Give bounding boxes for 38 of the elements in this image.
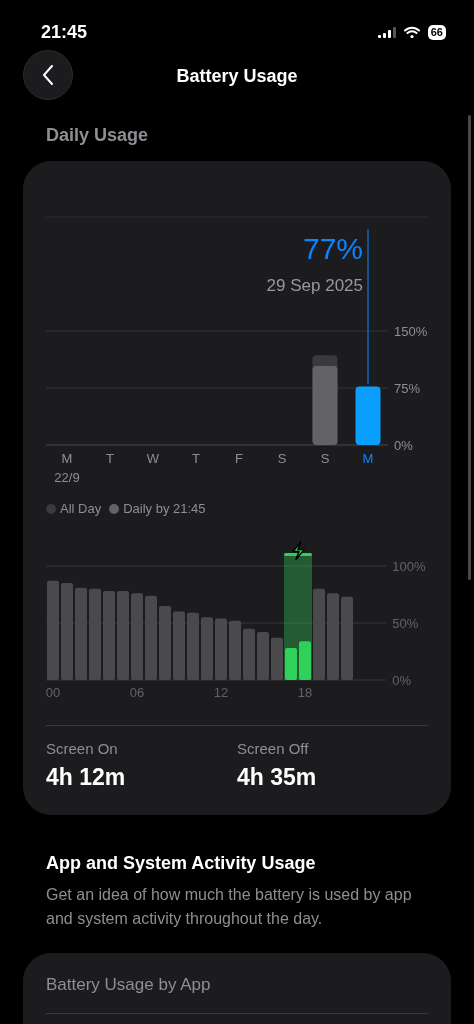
day-label: W <box>146 451 160 466</box>
axis-label: 12 <box>213 684 229 700</box>
day-label: S <box>277 451 287 466</box>
day-label: S <box>320 451 330 466</box>
stat-value: 4h 12m <box>46 763 127 792</box>
stat-value: 4h 35m <box>237 763 318 792</box>
signal-icon <box>377 26 396 38</box>
card-title: Battery Usage by App <box>46 973 212 996</box>
wifi-icon <box>403 26 420 38</box>
legend-label: All Day <box>60 500 102 518</box>
date-text: 29 Sep 2025 <box>266 276 363 295</box>
clock: 21:45 <box>41 20 88 44</box>
day-label: M <box>362 451 374 466</box>
day-label: T <box>192 451 200 466</box>
axis-label: 00 <box>46 684 61 700</box>
date-label: 22/9 <box>54 470 80 485</box>
axis-label: 06 <box>129 684 145 700</box>
section-heading: App and System Activity Usage <box>46 851 317 875</box>
axis-label: 150% <box>394 324 428 339</box>
section-title: Daily Usage <box>46 124 150 147</box>
page-title: Battery Usage <box>176 64 298 88</box>
axis-label: 0% <box>392 672 411 688</box>
axis-label: 75% <box>394 381 421 396</box>
back-button[interactable] <box>23 50 73 100</box>
chevron-left-icon <box>42 65 54 85</box>
axis-label: 0% <box>394 438 413 453</box>
day-label: F <box>235 451 243 466</box>
axis-label: 100% <box>392 558 426 574</box>
day-label: M <box>61 451 73 466</box>
day-label: T <box>106 451 114 466</box>
percentage-value: 77% <box>302 232 363 265</box>
legend-label: Daily by 21:45 <box>123 500 206 518</box>
stat-label: Screen On <box>46 738 119 759</box>
axis-label: 50% <box>392 615 419 631</box>
stat-label: Screen Off <box>237 738 310 759</box>
battery-indicator: 66 <box>427 24 446 40</box>
axis-label: 18 <box>297 684 313 700</box>
description-text: Get an idea of how much the battery is used by app and system activity throughout the day. <box>46 884 413 929</box>
